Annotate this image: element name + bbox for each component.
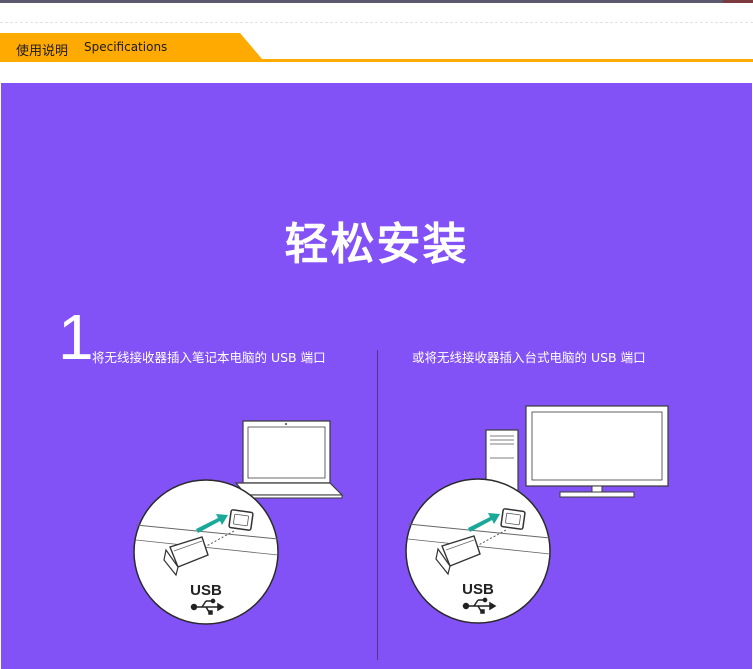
right-caption: 或将无线接收器插入台式电脑的 USB 端口 [412,350,646,365]
top-strip [0,0,753,3]
dashed-divider [0,22,753,23]
desktop-illustration: USB [405,405,669,624]
tab-label-specifications[interactable]: Specifications [84,40,167,54]
step-number: 1 [58,301,94,373]
tab-label-chinese[interactable]: 使用说明 [16,40,68,59]
desktop-monitor-icon [525,405,669,498]
laptop-icon [234,420,344,499]
laptop-illustration: USB [133,420,344,625]
usb-label: USB [190,582,222,599]
panel-title: 轻松安装 [284,219,469,270]
usb-port-icon [228,509,254,531]
left-caption: 将无线接收器插入笔记本电脑的 USB 端口 [92,350,326,365]
usb-port-icon [500,508,526,530]
center-divider [377,350,378,660]
usb-label: USB [462,581,494,598]
